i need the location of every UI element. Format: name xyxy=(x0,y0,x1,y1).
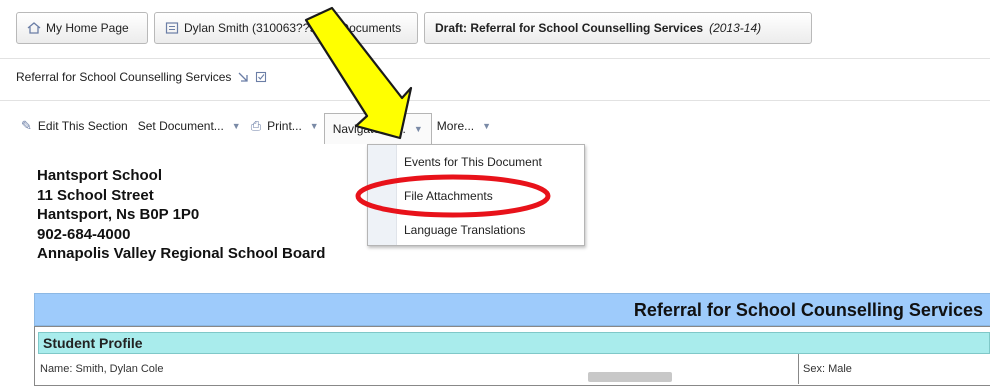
school-name: Hantsport School xyxy=(37,167,163,184)
school-city: Hantsport, Ns B0P 1P0 xyxy=(37,206,200,223)
navigate-to-label: Navigate To... xyxy=(332,121,406,136)
edit-section-label: Edit This Section xyxy=(37,119,128,133)
checklist-icon[interactable] xyxy=(255,71,267,83)
dropdown-arrow-icon: ▼ xyxy=(482,121,492,131)
dropdown-arrow-icon: ▼ xyxy=(309,121,319,131)
school-address: Hantsport School 11 School Street Hantsp… xyxy=(37,166,325,264)
set-document-label: Set Document... xyxy=(137,119,224,133)
student-sex-field: Sex: Male xyxy=(803,363,852,375)
school-street: 11 School Street xyxy=(37,186,154,204)
breadcrumb: My Home Page Dylan Smith (310063??98) > … xyxy=(16,12,812,46)
print-label: Print... xyxy=(267,119,302,133)
breadcrumb-draft-document[interactable]: Draft: Referral for School Counselling S… xyxy=(424,12,812,44)
form-header: Referral for School Counselling Services xyxy=(34,293,990,326)
breadcrumb-home-label: My Home Page xyxy=(46,21,129,35)
navigate-to-menu[interactable]: Navigate To... ▼ xyxy=(323,112,432,144)
navigate-to-dropdown: Events for This Document File Attachment… xyxy=(367,144,585,246)
home-icon xyxy=(27,22,41,34)
pencil-icon: ✎ xyxy=(21,118,32,133)
student-profile-header: Student Profile xyxy=(38,332,990,354)
set-document-menu[interactable]: Set Document... ▼ xyxy=(133,113,246,139)
breadcrumb-student-label: Dylan Smith (310063??98) > Documents xyxy=(184,21,402,35)
form-header-title: Referral for School Counselling Services xyxy=(633,300,983,320)
print-menu[interactable]: ⎙ Print... ▼ xyxy=(246,113,324,139)
horizontal-scrollbar[interactable] xyxy=(588,372,672,382)
breadcrumb-student-documents[interactable]: Dylan Smith (310063??98) > Documents xyxy=(154,12,418,44)
menu-gutter xyxy=(368,145,397,245)
bookmark-arrow-icon[interactable] xyxy=(237,71,249,83)
menu-item-events[interactable]: Events for This Document xyxy=(404,155,542,169)
menu-item-file-attachments[interactable]: File Attachments xyxy=(404,189,493,203)
divider xyxy=(0,100,990,101)
student-name-field: Name: Smith, Dylan Cole xyxy=(40,363,164,375)
menu-item-language-translations[interactable]: Language Translations xyxy=(404,223,525,237)
dropdown-arrow-icon: ▼ xyxy=(413,123,423,134)
more-menu[interactable]: More... ▼ xyxy=(432,113,496,139)
breadcrumb-draft-year: (2013-14) xyxy=(709,21,762,35)
more-label: More... xyxy=(436,119,475,133)
document-toolbar: ✎ Edit This Section Set Document... ▼ ⎙ … xyxy=(16,112,496,144)
document-icon xyxy=(165,22,179,34)
school-board: Annapolis Valley Regional School Board xyxy=(37,245,326,262)
school-phone: 902-684-4000 xyxy=(37,225,131,243)
divider xyxy=(0,58,990,59)
document-title: Referral for School Counselling Services xyxy=(16,70,232,84)
divider xyxy=(798,354,799,384)
dropdown-arrow-icon: ▼ xyxy=(231,121,241,131)
breadcrumb-draft-label: Draft: Referral for School Counselling S… xyxy=(435,21,704,35)
document-title-row: Referral for School Counselling Services xyxy=(16,70,267,84)
printer-icon: ⎙ xyxy=(250,118,262,133)
edit-section-button[interactable]: ✎ Edit This Section xyxy=(16,113,133,139)
breadcrumb-home[interactable]: My Home Page xyxy=(16,12,148,44)
